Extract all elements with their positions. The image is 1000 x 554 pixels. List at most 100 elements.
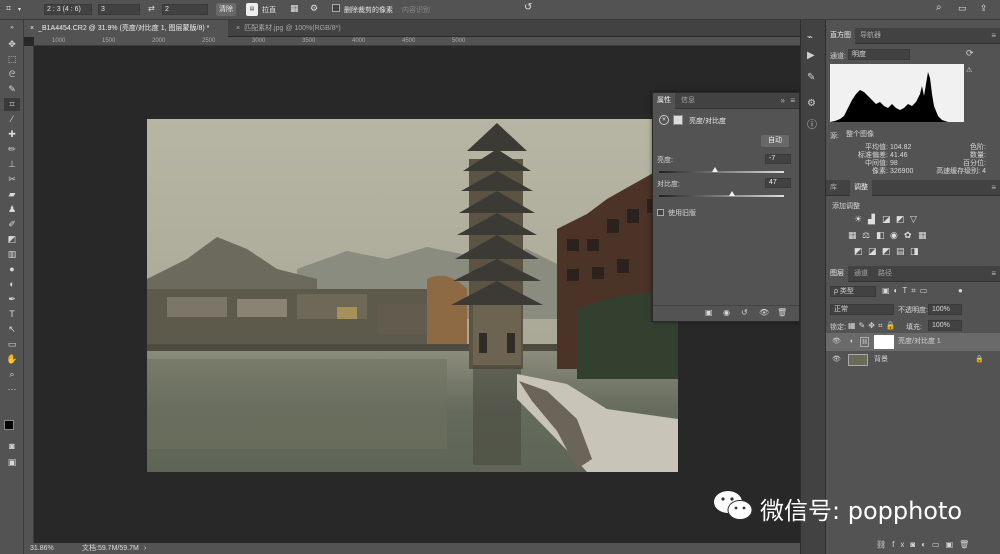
layer-name[interactable]: 亮度/对比度 1 <box>898 333 941 351</box>
balance-icon[interactable]: ⚖ <box>862 230 870 241</box>
vibrance-icon[interactable]: ▽ <box>910 214 917 225</box>
history-icon[interactable]: ⌁ <box>807 32 813 43</box>
layer-filter-select[interactable]: ρ 类型 <box>830 286 876 297</box>
trash-icon[interactable]: 🗑 <box>777 308 787 317</box>
stamp-icon[interactable]: ♟ <box>4 203 20 216</box>
channel-select[interactable]: 明度 <box>848 49 910 60</box>
threshold-icon[interactable]: ◩ <box>882 246 891 257</box>
hand-tool-icon[interactable]: ✋ <box>4 353 20 366</box>
chevron-down-icon[interactable]: ▾ <box>18 6 21 13</box>
channel-mixer-icon[interactable]: ✿ <box>904 230 912 241</box>
close-icon[interactable]: × <box>236 25 240 32</box>
foreground-color[interactable] <box>4 420 14 430</box>
crop-tool-icon[interactable]: ⌗ <box>4 98 20 111</box>
swap-icon[interactable]: ⇄ <box>148 4 155 13</box>
width-field[interactable]: 3 <box>98 4 140 15</box>
eraser-tool-icon[interactable]: ▰ <box>4 188 20 201</box>
chain-link-icon[interactable]: ⛓ <box>860 337 869 347</box>
clip-icon[interactable]: ▣ <box>705 308 713 317</box>
mask-icon[interactable] <box>673 115 683 125</box>
brush-tool-icon[interactable]: ✏ <box>4 143 20 156</box>
tab-info[interactable]: 信息 <box>677 93 699 109</box>
visibility-icon[interactable]: 👁 <box>759 308 769 317</box>
ratio-select[interactable]: 2 : 3 (4 : 6) <box>44 4 92 15</box>
tab-paths[interactable]: 路径 <box>874 266 896 282</box>
view-previous-icon[interactable]: ◉ <box>723 308 730 317</box>
gear-icon[interactable]: ⚙ <box>310 3 318 14</box>
opacity-field[interactable]: 100% <box>928 304 962 315</box>
filter-toggle-icon[interactable]: ● <box>958 286 963 295</box>
chevron-right-icon[interactable]: › <box>144 543 146 554</box>
healing-tool-icon[interactable]: ✚ <box>4 128 20 141</box>
gradient-map-icon[interactable]: ▤ <box>896 246 905 257</box>
layer-row[interactable]: 👁 ◐ ⛓ 亮度/对比度 1 <box>826 333 1000 351</box>
gradient-tool-icon[interactable]: ▥ <box>4 248 20 261</box>
layer-thumbnail[interactable] <box>848 354 868 366</box>
menu-icon[interactable]: ≡ <box>991 269 996 278</box>
posterize-icon[interactable]: ◪ <box>868 246 877 257</box>
filter-icons[interactable]: ▣◐T⌗▭ <box>882 286 931 296</box>
menu-icon[interactable]: ≡ <box>790 96 795 105</box>
delete-cropped-checkbox[interactable] <box>332 4 340 12</box>
source-select[interactable]: 整个图像 <box>844 129 994 140</box>
move-tool-icon[interactable]: ✥ <box>4 38 20 51</box>
legacy-checkbox[interactable] <box>657 209 664 216</box>
path-select-icon[interactable]: ↖ <box>4 323 20 336</box>
straighten-icon[interactable]: ▤ <box>246 3 258 16</box>
zoom-level[interactable]: 31.86% <box>30 543 54 554</box>
quick-select-tool-icon[interactable]: ✎ <box>4 83 20 96</box>
contrast-value[interactable]: 47 <box>765 178 791 188</box>
screen-mode-icon[interactable]: ▣ <box>4 456 20 469</box>
brightness-slider-thumb[interactable] <box>712 167 719 172</box>
fill-field[interactable]: 100% <box>928 320 962 331</box>
tab-navigator[interactable]: 导航器 <box>856 28 885 44</box>
tab-libraries[interactable]: 库 <box>826 180 841 196</box>
invert-icon[interactable]: ◩ <box>854 246 863 257</box>
straighten-label[interactable]: 拉直 <box>262 5 276 15</box>
eraser-icon[interactable]: ◩ <box>4 233 20 246</box>
lock-icons[interactable]: ▦✎✥⌗🔒 <box>848 321 898 331</box>
menu-icon[interactable]: ≡ <box>991 31 996 40</box>
brightness-value[interactable]: -7 <box>765 154 791 164</box>
share-icon[interactable]: ⇪ <box>980 3 988 14</box>
menu-icon[interactable]: ≡ <box>991 183 996 192</box>
brightness-slider[interactable] <box>659 171 784 173</box>
doc-tab[interactable]: × 匹配素材.jpg @ 100%(RGB/8*) <box>230 20 370 37</box>
layer-actions[interactable]: ⛓fx◙◐▭▣🗑 <box>876 540 975 549</box>
height-field[interactable]: 2 <box>162 4 208 15</box>
tab-channels[interactable]: 通道 <box>850 266 872 282</box>
contrast-slider-thumb[interactable] <box>728 191 735 196</box>
blend-mode-select[interactable]: 正常 <box>830 304 894 315</box>
reset-icon[interactable]: ↺ <box>524 2 532 13</box>
lasso-tool-icon[interactable]: ᘓ <box>4 68 20 81</box>
grid-overlay-icon[interactable]: ▦ <box>290 3 299 14</box>
visibility-icon[interactable]: 👁 <box>832 351 841 369</box>
marquee-tool-icon[interactable]: ⬚ <box>4 53 20 66</box>
tab-properties[interactable]: 属性 <box>653 93 675 109</box>
clear-button[interactable]: 清除 <box>216 3 236 16</box>
tab-adjustments[interactable]: 调整 <box>850 180 872 196</box>
visibility-icon[interactable]: 👁 <box>832 333 841 351</box>
play-icon[interactable]: ▶ <box>807 50 815 61</box>
photo-filter-icon[interactable]: ◉ <box>890 230 898 241</box>
eyedropper-tool-icon[interactable]: ⁄ <box>4 113 20 126</box>
document-photo[interactable] <box>147 119 678 472</box>
brush-settings-icon[interactable]: ✎ <box>807 72 815 83</box>
tab-histogram[interactable]: 直方图 <box>826 28 855 44</box>
exposure-icon[interactable]: ◩ <box>896 214 905 225</box>
layer-name[interactable]: 背景 <box>874 351 888 369</box>
collapse-icon[interactable]: » <box>781 96 785 105</box>
brightness-icon[interactable]: ☀ <box>854 214 862 225</box>
art-brush-icon[interactable]: ✐ <box>4 218 20 231</box>
collapse-icon[interactable]: » <box>4 22 20 35</box>
tab-layers[interactable]: 图层 <box>826 266 848 282</box>
stamp-tool-icon[interactable]: ⊥ <box>4 158 20 171</box>
contrast-slider[interactable] <box>659 195 784 197</box>
search-icon[interactable]: ⌕ <box>936 2 942 13</box>
workspace-icon[interactable]: ▭ <box>958 3 967 14</box>
bw-icon[interactable]: ◧ <box>876 230 885 241</box>
auto-button[interactable]: 自动 <box>761 135 789 147</box>
history-brush-icon[interactable]: ✂ <box>4 173 20 186</box>
reset-icon[interactable]: ↺ <box>741 308 748 317</box>
doc-tab-active[interactable]: × _B1A4454.CR2 @ 31.9% (亮度/对比度 1, 图层蒙版/8)… <box>24 20 228 37</box>
